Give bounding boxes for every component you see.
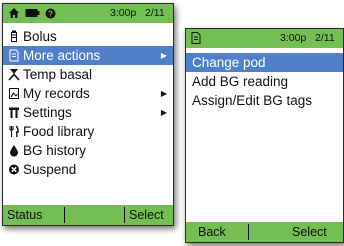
select-softkey[interactable]: Select [292,225,327,239]
suspend-icon [9,164,19,175]
menu-item-add-bg-reading[interactable]: Add BG reading [186,72,343,91]
status-bar: 3:00p 2/11 [186,29,343,48]
status-softkey[interactable]: Status [7,208,42,222]
records-icon [9,88,19,99]
menu-item-more-actions[interactable]: More actions ▶ [3,46,173,65]
menu-item-my-records[interactable]: My records ▶ [3,84,173,103]
menu-item-suspend[interactable]: Suspend [3,160,173,179]
main-menu: Bolus More actions ▶ Temp basal My recor… [3,27,173,179]
back-softkey[interactable]: Back [198,225,226,239]
submenu-arrow-icon: ▶ [160,108,167,117]
softkey-bar: Back Select [186,222,343,242]
menu-item-change-pod[interactable]: Change pod [186,53,343,72]
temp-basal-icon [8,69,20,81]
menu-item-settings[interactable]: Settings ▶ [3,103,173,122]
menu-item-bg-history[interactable]: BG history [3,141,173,160]
battery-icon [25,9,40,17]
softkey-divider [64,207,65,223]
menu-label: Food library [23,124,95,139]
svg-text:?: ? [48,9,53,18]
status-time: 3:00p [280,32,307,44]
menu-item-bolus[interactable]: Bolus [3,27,173,46]
menu-label: Settings [23,105,72,120]
menu-item-temp-basal[interactable]: Temp basal [3,65,173,84]
menu-label: Bolus [23,29,57,44]
menu-label: Suspend [23,162,77,177]
main-menu-screen: ? 3:00p 2/11 Bolus More actions ▶ Temp b… [2,3,174,226]
status-bar: ? 3:00p 2/11 [3,4,173,23]
more-actions-screen: 3:00p 2/11 Change pod Add BG reading Ass… [185,28,344,243]
status-date: 2/11 [145,7,165,19]
menu-label: More actions [23,48,101,63]
menu-label: BG history [23,143,87,158]
drop-icon [10,145,18,157]
bolus-icon [11,30,17,42]
more-actions-menu: Change pod Add BG reading Assign/Edit BG… [186,53,343,110]
menu-label: My records [23,86,90,101]
menu-item-food-library[interactable]: Food library [3,122,173,141]
submenu-arrow-icon: ▶ [160,89,167,98]
softkey-bar: Status Select [3,205,173,225]
softkey-divider [124,207,125,223]
home-icon [9,8,19,18]
status-date: 2/11 [315,32,335,44]
menu-item-assign-edit-bg-tags[interactable]: Assign/Edit BG tags [186,91,343,110]
select-softkey[interactable]: Select [129,208,164,222]
document-icon [9,49,19,62]
alert-icon: ? [45,8,56,18]
softkey-divider [248,224,249,240]
submenu-arrow-icon: ▶ [160,51,167,60]
menu-label: Temp basal [23,67,93,82]
status-time: 3:00p [110,7,137,19]
settings-icon [9,107,19,118]
fork-knife-icon [9,125,19,137]
document-icon [191,32,201,44]
